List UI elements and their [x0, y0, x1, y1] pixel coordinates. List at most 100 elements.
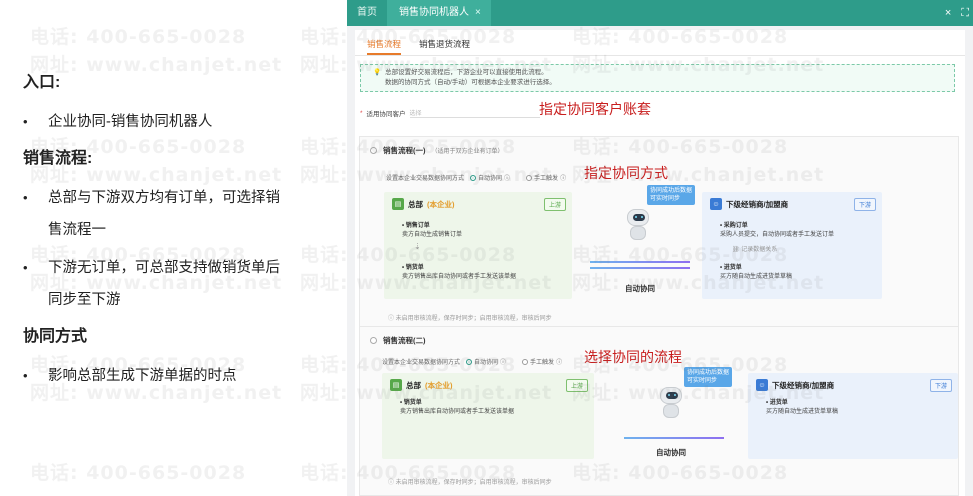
- flow2-radio[interactable]: [370, 337, 377, 344]
- flow1-hq-doc2-name: 销货单: [402, 264, 516, 273]
- customer-label: 适用协同客户: [366, 111, 406, 118]
- window-expand-icon[interactable]: ⛶: [961, 7, 969, 20]
- flow1-down-title: ☺ 下级经销商/加盟商: [710, 198, 788, 210]
- sales-bullet-2: 下游无订单，可总部支持做销货单后 同步至下游: [23, 252, 327, 316]
- flow1-downstream-card: ☺ 下级经销商/加盟商 下游 采购订单 采购人员提交，自动协同或者手工发送订单 …: [702, 192, 882, 299]
- flow2-hq-name: 总部: [406, 380, 421, 390]
- required-mark: *: [360, 109, 363, 117]
- flow1-bubble-line1: 协同成功后数据: [650, 188, 693, 194]
- window-close-icon[interactable]: ×: [945, 7, 951, 19]
- flow2-footnote-text: 未启用审核流程，保存时同步；启用审核流程，审核后同步: [395, 480, 552, 486]
- flow1-hq-own: (本企业): [427, 199, 455, 209]
- entry-heading: 入口:: [23, 74, 61, 91]
- entry-text: 企业协同-销售协同机器人: [48, 114, 213, 130]
- flow1-hq-doc1-name: 销售订单: [402, 222, 462, 231]
- flow1-manual-option[interactable]: 手工触发 ⓘ: [526, 173, 566, 182]
- subtab-sales-flow[interactable]: 销售流程: [367, 38, 402, 55]
- flow1-hq-name: 总部: [408, 199, 423, 209]
- flow2-sync-zone: 协同成功后数据 可实时同步 自动协同: [610, 367, 740, 477]
- tip-text-1: 总部设置好交易流程后，下游企业可以直接使用此流程。: [385, 69, 548, 76]
- flow2-down-doc1-desc: 买方随自动生成进货单草稿: [766, 409, 839, 415]
- app-window: 首页 销售协同机器人 × × ⛶ 销售流程 销售退货流程 💡 总部设置好交易流程后…: [347, 0, 973, 496]
- down-arrow-icon: ⇣: [414, 242, 421, 251]
- flow1-mode-label: 设置本企业交易数据协同方式: [386, 176, 465, 182]
- flow1-bubble-line2: 可实时同步: [650, 196, 681, 202]
- flow2-bubble-line2: 可实时同步: [687, 378, 718, 384]
- flow2-hq-title: ▤ 总部 (本企业): [390, 379, 453, 391]
- tip-line-2: 数据的协同方式（自动/手动）可根据本企业要求进行选择。: [385, 79, 556, 86]
- annotation-customer: 指定协同客户账套: [539, 101, 651, 117]
- flow2-sync-label: 自动协同: [656, 448, 686, 457]
- flow2-down-doc1: 进货单 买方随自动生成进货单草稿: [766, 399, 838, 417]
- annotation-flow: 选择协同的流程: [584, 349, 682, 365]
- flow1-link-text: 记录数据关系: [741, 247, 778, 253]
- flow1-hq-doc1: 销售订单 卖方自动生成销售订单: [402, 222, 462, 240]
- flow1-upstream-badge: 上游: [543, 198, 566, 211]
- flow2-down-doc1-name: 进货单: [766, 399, 838, 408]
- flow2-manual-option[interactable]: 手工触发 ⓘ: [522, 357, 562, 366]
- flow1-footnote-text: 未启用审核流程，保存时同步；启用审核流程，审核后同步: [395, 316, 552, 322]
- flow2-bubble-line1: 协同成功后数据: [687, 370, 730, 376]
- flow1-manual-label: 手工触发: [534, 176, 559, 182]
- flow1-radio[interactable]: [370, 147, 377, 154]
- tab-close-icon[interactable]: ×: [475, 0, 481, 26]
- flow1-link-note: ⛓ 记录数据关系: [732, 247, 778, 253]
- flow1-sync-arrow: [590, 261, 690, 263]
- flow1-down-doc1-name: 采购订单: [720, 222, 834, 231]
- entry-bullet: 企业协同-销售协同机器人: [23, 106, 327, 138]
- main-content: 销售流程 销售退货流程 💡 总部设置好交易流程后，下游企业可以直接使用此流程。 数…: [355, 30, 965, 496]
- flow2-downstream-badge: 下游: [929, 379, 952, 392]
- flow1-down-doc1: 采购订单 采购人员提交，自动协同或者手工发送订单: [720, 222, 834, 240]
- flow2-down-title: ☺ 下级经销商/加盟商: [756, 379, 834, 391]
- flow2-down-name: 下级经销商/加盟商: [772, 380, 835, 390]
- flow2-header: 销售流程(二): [360, 327, 958, 346]
- annotation-mode: 指定协同方式: [584, 165, 668, 181]
- tips-box: 💡 总部设置好交易流程后，下游企业可以直接使用此流程。 数据的协同方式（自动/手动…: [360, 64, 955, 92]
- slide: 入口: 企业协同-销售协同机器人 销售流程: 总部与下游双方均有订单，可选择销 …: [0, 0, 973, 496]
- sales-bullet-1-line2: 售流程一: [48, 222, 106, 238]
- flow2-hq-doc1: 销货单 卖方销售出库自动协同或者手工发送该单据: [400, 399, 514, 417]
- flow1-auto-label: 自动协同: [478, 176, 503, 182]
- flow2-hq-doc1-desc: 卖方销售出库自动协同或者手工发送该单据: [400, 409, 515, 415]
- flow2-hq-own: (本企业): [425, 380, 453, 390]
- building-icon: ▤: [390, 379, 402, 391]
- subtab-return-flow[interactable]: 销售退货流程: [419, 38, 470, 55]
- flow1-subtitle: （适用于双方企业有订单）: [431, 149, 504, 155]
- flow2-auto-label: 自动协同: [474, 360, 499, 366]
- flow2-sync-bubble: 协同成功后数据 可实时同步: [684, 367, 733, 387]
- lightbulb-icon: 💡: [373, 69, 382, 76]
- flow1-header: 销售流程(一) （适用于双方企业有订单）: [360, 137, 958, 156]
- sales-bullet-2-line2: 同步至下游: [48, 292, 121, 308]
- flow2-manual-label: 手工触发: [530, 360, 555, 366]
- radio-off-icon: [526, 174, 533, 181]
- flow1-downstream-badge: 下游: [853, 198, 876, 211]
- flow1-down-doc2-name: 进货单: [720, 264, 792, 273]
- user-icon: ☺: [710, 198, 722, 210]
- flow2-upstream-badge: 上游: [565, 379, 588, 392]
- flow2-sync-arrow: [624, 437, 724, 439]
- tab-home[interactable]: 首页: [347, 0, 387, 26]
- flow2-mode-row: 设置本企业交易数据协同方式 自动协同 ⓘ 手工触发 ⓘ: [382, 357, 562, 366]
- customer-select[interactable]: 选择: [409, 108, 540, 118]
- sales-bullet-1: 总部与下游双方均有订单，可选择销 售流程一: [23, 182, 327, 246]
- flow1-hq-card: ▤ 总部 (本企业) 上游 销售订单 卖方自动生成销售订单 ⇣ 销货单 卖方销售出…: [384, 192, 572, 299]
- user-icon: ☺: [756, 379, 768, 391]
- flow1-down-doc2: 进货单 买方随自动生成进货单草稿: [720, 264, 792, 282]
- flow1-down-doc2-desc: 买方随自动生成进货单草稿: [720, 274, 793, 280]
- mode-text: 影响总部生成下游单据的时点: [48, 368, 237, 384]
- flow1-sync-label: 自动协同: [625, 284, 655, 293]
- flow2-mode-label: 设置本企业交易数据协同方式: [382, 360, 461, 366]
- flow1-auto-option[interactable]: 自动协同 ⓘ: [470, 173, 510, 182]
- radio-on-icon: [470, 174, 477, 181]
- flow1-sync-zone: 协同成功后数据 可实时同步 自动协同: [585, 185, 696, 300]
- flow1-mode-row: 设置本企业交易数据协同方式 自动协同 ⓘ 手工触发 ⓘ: [386, 173, 566, 182]
- window-controls: × ⛶: [945, 0, 969, 26]
- tip-line-1: 💡 总部设置好交易流程后，下游企业可以直接使用此流程。: [373, 68, 954, 78]
- sales-heading: 销售流程:: [23, 150, 93, 167]
- flow1-hq-doc2: 销货单 卖方销售出库自动协同或者手工发送该单据: [402, 264, 516, 282]
- subtab-bar: 销售流程 销售退货流程: [355, 30, 965, 56]
- mode-bullet: 影响总部生成下游单据的时点: [23, 360, 327, 392]
- flow2-auto-option[interactable]: 自动协同 ⓘ: [466, 357, 506, 366]
- tab-sales-robot[interactable]: 销售协同机器人 ×: [387, 0, 491, 26]
- building-icon: ▤: [392, 198, 404, 210]
